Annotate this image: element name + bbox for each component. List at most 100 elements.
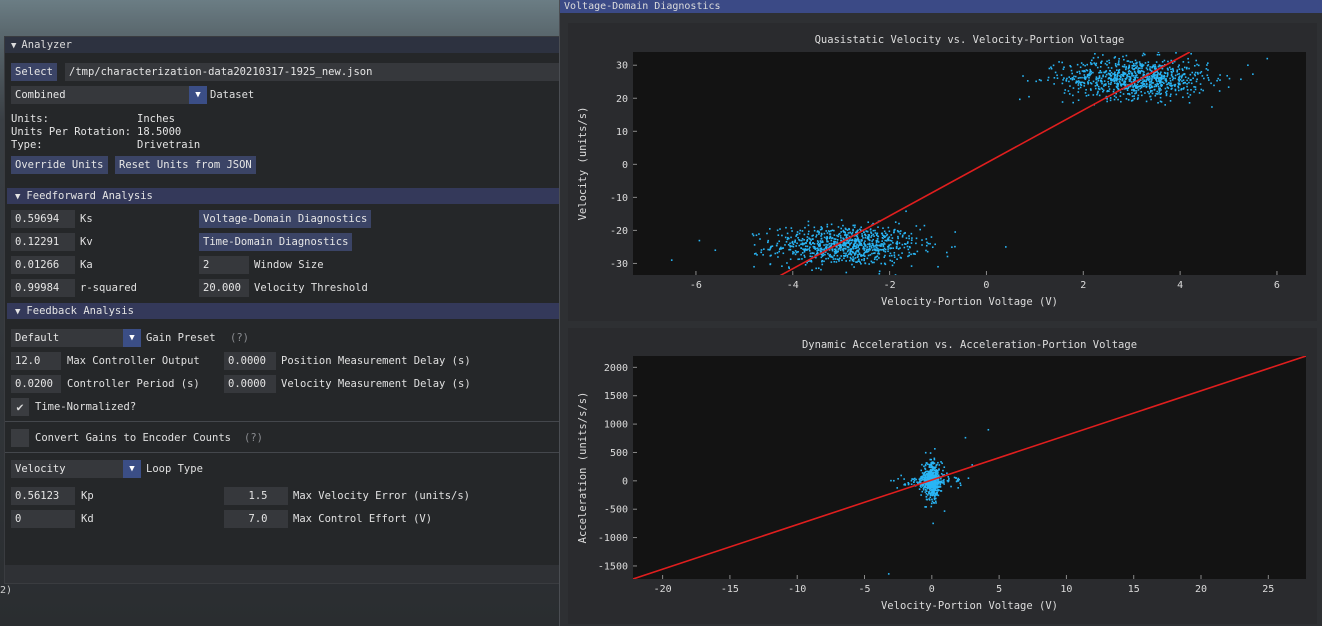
data-point	[1166, 83, 1168, 86]
time-domain-diagnostics-button[interactable]: Time-Domain Diagnostics	[199, 233, 353, 251]
convert-gains-checkbox[interactable]	[11, 429, 29, 447]
voltage-domain-diagnostics-button[interactable]: Voltage-Domain Diagnostics	[199, 210, 372, 228]
data-point	[873, 258, 876, 261]
data-point	[798, 238, 800, 241]
max-control-effort-label: Max Control Effort (V)	[293, 513, 433, 525]
gain-preset-help-icon[interactable]: (?)	[230, 329, 249, 347]
data-point	[1079, 76, 1081, 79]
data-point	[1150, 80, 1153, 83]
convert-gains-help-icon[interactable]: (?)	[244, 429, 263, 447]
data-point	[954, 231, 957, 233]
loop-type-combo[interactable]: Velocity ▼	[11, 460, 141, 478]
ks-field[interactable]: 0.59694	[11, 210, 75, 228]
kp-field[interactable]: 0.56123	[11, 487, 75, 505]
data-point	[884, 232, 887, 235]
data-point	[794, 239, 797, 242]
dropdown-arrow-icon[interactable]: ▼	[123, 460, 141, 478]
data-point	[1108, 77, 1110, 79]
dataset-combo[interactable]: Combined ▼	[11, 86, 207, 104]
data-point	[1113, 88, 1115, 91]
feedback-header[interactable]: ▼ Feedback Analysis	[7, 303, 559, 319]
data-point	[882, 227, 884, 229]
max-control-effort-field[interactable]: 7.0	[224, 510, 288, 528]
dropdown-arrow-icon[interactable]: ▼	[189, 86, 207, 104]
data-point	[1112, 90, 1115, 93]
override-units-button[interactable]: Override Units	[11, 156, 108, 174]
y-axis-label: Acceleration (units/s/s)	[577, 392, 589, 544]
data-point	[874, 252, 876, 254]
velocity-delay-field[interactable]: 0.0000	[224, 375, 276, 393]
data-point	[808, 230, 810, 233]
gain-preset-combo[interactable]: Default ▼	[11, 329, 141, 347]
data-point	[863, 253, 865, 255]
ka-field[interactable]: 0.01266	[11, 256, 75, 274]
reset-units-button[interactable]: Reset Units from JSON	[115, 156, 256, 174]
data-point	[1084, 92, 1087, 94]
data-point	[877, 251, 880, 253]
window-size-field[interactable]: 2	[199, 256, 249, 274]
data-point	[1194, 71, 1197, 74]
data-point	[1166, 67, 1169, 70]
data-point	[1165, 93, 1168, 95]
position-delay-field[interactable]: 0.0000	[224, 352, 276, 370]
data-point	[1080, 62, 1083, 64]
data-point	[916, 250, 919, 253]
data-point	[1186, 89, 1189, 91]
data-point	[846, 254, 849, 257]
y-tick-label: 1000	[604, 420, 628, 431]
data-point	[1186, 85, 1188, 88]
data-point	[865, 250, 868, 252]
controller-period-field[interactable]: 0.0200	[11, 375, 61, 393]
max-velocity-error-field[interactable]: 1.5	[224, 487, 288, 505]
data-point	[1121, 79, 1124, 82]
r-squared-field[interactable]: 0.99984	[11, 279, 75, 297]
select-file-button[interactable]: Select	[11, 63, 57, 81]
velocity-threshold-field[interactable]: 20.000	[199, 279, 249, 297]
analyzer-title-bar[interactable]: ▼ Analyzer	[5, 37, 559, 53]
data-point	[959, 484, 962, 487]
data-point	[1035, 80, 1037, 83]
data-point	[1103, 80, 1106, 82]
dynamic-acceleration-plot[interactable]: Dynamic Acceleration vs. Acceleration-Po…	[568, 328, 1317, 624]
y-tick-label: 30	[616, 61, 628, 72]
data-point	[1119, 78, 1122, 81]
data-point	[854, 238, 856, 240]
data-point	[1181, 68, 1184, 70]
data-point	[1206, 74, 1209, 77]
data-point	[782, 252, 785, 255]
max-controller-output-field[interactable]: 12.0	[11, 352, 61, 370]
data-point	[1182, 79, 1185, 81]
data-point	[924, 491, 927, 493]
data-point	[870, 246, 873, 249]
data-point	[1095, 62, 1098, 65]
data-point	[1145, 67, 1148, 69]
data-point	[955, 480, 958, 483]
time-normalized-checkbox[interactable]: ✔	[11, 398, 29, 416]
data-point	[1158, 64, 1161, 67]
data-point	[922, 487, 925, 490]
data-point	[1195, 59, 1198, 62]
data-point	[812, 242, 814, 245]
data-point	[820, 268, 822, 271]
data-point	[1117, 62, 1120, 64]
file-path-field[interactable]: /tmp/characterization-data20210317-1925_…	[65, 63, 561, 81]
kv-field[interactable]: 0.12291	[11, 233, 75, 251]
data-point	[758, 233, 760, 235]
data-point	[1247, 64, 1249, 67]
data-point	[868, 263, 870, 265]
feedforward-header[interactable]: ▼ Feedforward Analysis	[7, 188, 559, 204]
data-point	[919, 228, 922, 231]
analyzer-title: Analyzer	[21, 39, 72, 51]
data-point	[906, 242, 909, 244]
data-point	[877, 252, 879, 255]
dropdown-arrow-icon[interactable]: ▼	[123, 329, 141, 347]
x-tick-label: 0	[929, 584, 935, 595]
data-point	[921, 244, 923, 246]
vdd-title-bar[interactable]: Voltage-Domain Diagnostics	[560, 0, 1322, 13]
collapse-triangle-icon[interactable]: ▼	[11, 38, 16, 54]
data-point	[940, 472, 943, 475]
plot-area[interactable]	[633, 52, 1306, 275]
quasistatic-velocity-plot[interactable]: Quasistatic Velocity vs. Velocity-Portio…	[568, 23, 1317, 321]
kd-field[interactable]: 0	[11, 510, 75, 528]
data-point	[823, 232, 826, 235]
